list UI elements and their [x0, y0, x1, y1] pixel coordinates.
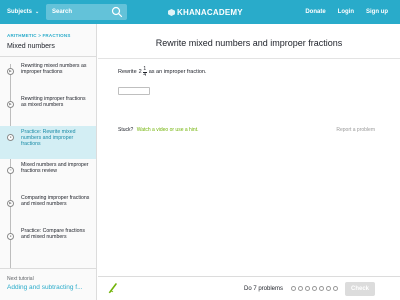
tutorial-item-label: Practice: Compare fractions and mixed nu… — [21, 228, 86, 241]
search-input[interactable]: Search — [52, 9, 110, 15]
tutorial-item[interactable]: ≡ Mixed numbers and improper fractions r… — [0, 159, 96, 192]
progress-dot — [298, 286, 303, 291]
hint-link[interactable]: Watch a video or use a hint. — [137, 127, 199, 133]
khan-academy-logo[interactable]: KHANACADEMY — [168, 8, 243, 17]
whole-part: 2 — [138, 69, 142, 76]
progress-dots — [291, 286, 338, 291]
tutorial-item-label: Comparing improper fractions and mixed n… — [21, 195, 90, 208]
problem-prompt: Rewrite 2 1 4 as an improper fraction. — [118, 67, 207, 78]
subjects-label: Subjects — [7, 9, 33, 15]
signup-link[interactable]: Sign up — [366, 9, 388, 15]
progress-dot — [291, 286, 296, 291]
tutorial-list: ▶ Rewriting mixed numbers as improper fr… — [0, 60, 96, 258]
scratchpad-pencil-icon[interactable] — [108, 282, 118, 294]
fraction: 1 4 — [142, 67, 147, 78]
leaf-logo-icon — [168, 9, 175, 16]
search-icon[interactable] — [110, 5, 124, 19]
check-button[interactable]: Check — [345, 282, 375, 296]
next-tutorial-link[interactable]: Adding and subtracting f... — [7, 284, 83, 291]
divider — [98, 58, 400, 59]
nav-links: Donate Login Sign up — [305, 0, 388, 24]
progress-dot — [319, 286, 324, 291]
breadcrumb[interactable]: ARITHMETIC > FRACTIONS — [7, 33, 71, 38]
exercise-footer: Do 7 problems Check — [98, 276, 400, 300]
tutorial-title: Mixed numbers — [7, 43, 55, 50]
donate-link[interactable]: Donate — [305, 9, 325, 15]
progress-dot — [312, 286, 317, 291]
chevron-down-icon: ⌄ — [35, 9, 40, 15]
exercise-icon: ● — [7, 233, 14, 240]
report-problem-link[interactable]: Report a problem — [336, 127, 375, 133]
video-icon: ▶ — [7, 200, 14, 207]
tutorial-item-label: Practice: Rewrite mixed numbers and impr… — [21, 129, 76, 148]
tutorial-item-label: Rewriting mixed numbers as improper frac… — [21, 63, 87, 76]
top-nav-bar: Subjects ⌄ Search KHANACADEMY Donate Log… — [0, 0, 400, 24]
search-box[interactable]: Search — [46, 4, 127, 20]
divider — [0, 56, 96, 57]
article-icon: ≡ — [7, 167, 14, 174]
page-title: Rewrite mixed numbers and improper fract… — [155, 38, 343, 48]
do-problems-label: Do 7 problems — [244, 286, 284, 292]
prompt-text-before: Rewrite — [118, 69, 137, 76]
tutorial-item[interactable]: ▶ Comparing improper fractions and mixed… — [0, 192, 96, 225]
denominator: 4 — [143, 71, 147, 78]
tutorial-item[interactable]: ▶ Rewriting improper fractions as mixed … — [0, 93, 96, 126]
progress-dot — [326, 286, 331, 291]
tutorial-item-active[interactable]: ● Practice: Rewrite mixed numbers and im… — [0, 126, 96, 159]
video-icon: ▶ — [7, 101, 14, 108]
prompt-text-after: as an improper fraction. — [148, 69, 207, 76]
tutorial-sidebar: ARITHMETIC > FRACTIONS Mixed numbers ▶ R… — [0, 24, 97, 300]
tutorial-item-label: Mixed numbers and improper fractions rev… — [21, 162, 89, 175]
subjects-menu[interactable]: Subjects ⌄ — [7, 9, 46, 15]
stuck-label: Stuck? — [118, 127, 134, 133]
stuck-help: Stuck? Watch a video or use a hint. — [118, 127, 198, 133]
next-tutorial-label: Next tutorial — [7, 276, 34, 282]
video-icon: ▶ — [7, 68, 14, 75]
progress-dot — [305, 286, 310, 291]
login-link[interactable]: Login — [338, 9, 354, 15]
tutorial-item[interactable]: ▶ Rewriting mixed numbers as improper fr… — [0, 60, 96, 93]
tutorial-item[interactable]: ● Practice: Compare fractions and mixed … — [0, 225, 96, 258]
logo-text: KHANACADEMY — [177, 8, 243, 17]
answer-input[interactable] — [118, 87, 150, 95]
progress-dot — [333, 286, 338, 291]
exercise-panel: Rewrite mixed numbers and improper fract… — [98, 24, 400, 300]
exercise-icon: ● — [7, 134, 14, 141]
next-tutorial: Next tutorial Adding and subtracting f..… — [0, 268, 96, 300]
mixed-number: 2 1 4 — [139, 67, 147, 78]
tutorial-item-label: Rewriting improper fractions as mixed nu… — [21, 96, 86, 109]
